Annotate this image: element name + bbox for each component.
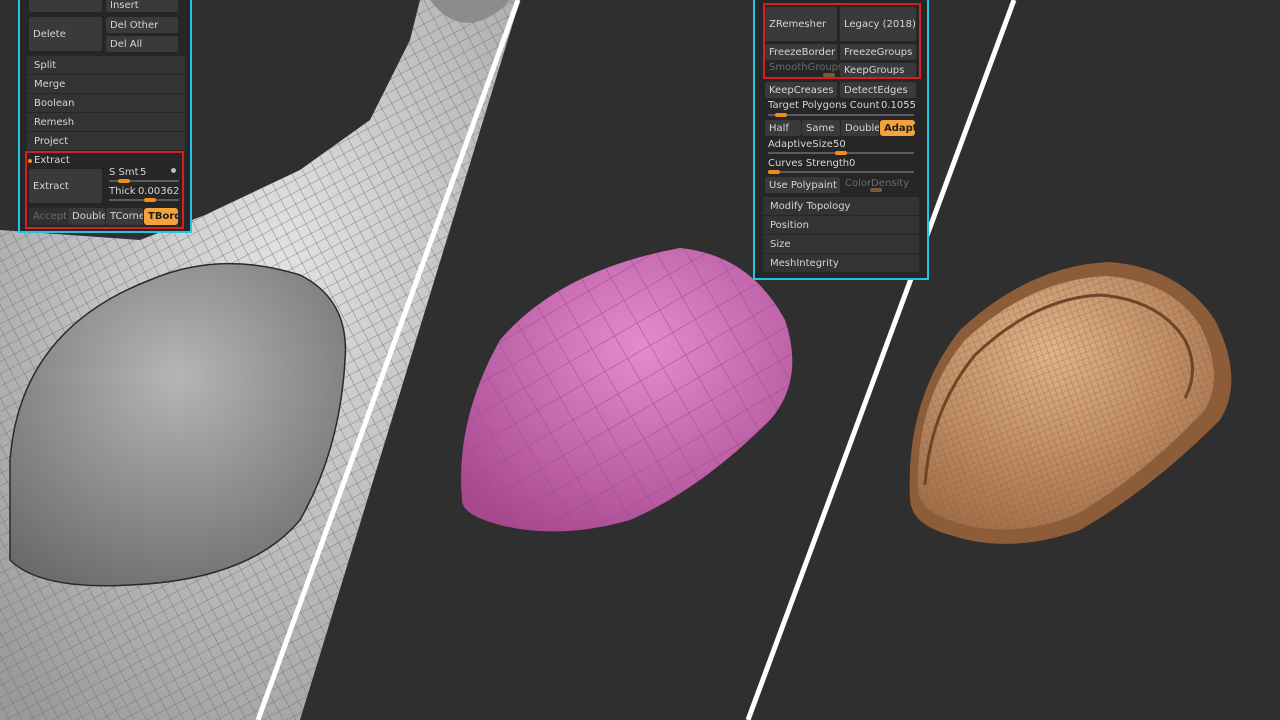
top-partial-button[interactable] xyxy=(29,0,102,12)
target-polygons-label: Target Polygons Count xyxy=(768,100,880,111)
position-section[interactable]: Position xyxy=(763,216,919,234)
smoothgroups-slider-knob[interactable] xyxy=(823,73,835,77)
s-smt-value: 5 xyxy=(140,167,147,178)
subtool-panel: Insert Delete Del Other Del All Split Me… xyxy=(18,0,192,233)
adapt-toggle[interactable]: Adapt xyxy=(880,120,915,136)
s-smt-options-icon[interactable] xyxy=(171,168,176,173)
remeshed-pad xyxy=(909,262,1232,544)
split-section[interactable]: Split xyxy=(27,56,185,74)
adaptive-size-value: 50 xyxy=(833,139,846,150)
zremesher-panel: ZRemesher Legacy (2018) FreezeBorder Fre… xyxy=(753,0,929,280)
half-toggle[interactable]: Half xyxy=(765,120,801,136)
curves-strength-value: 0 xyxy=(849,158,856,169)
keepcreases-toggle[interactable]: KeepCreases xyxy=(765,82,837,98)
modify-topology-section[interactable]: Modify Topology xyxy=(763,197,919,215)
smoothgroups-label[interactable]: SmoothGroups xyxy=(769,62,843,73)
zremesher-button[interactable]: ZRemesher xyxy=(765,7,837,41)
viewport-scene xyxy=(0,0,1232,720)
accept-button[interactable]: Accept xyxy=(29,208,67,225)
s-smt-label: S Smt xyxy=(109,167,139,178)
color-density-slider-knob[interactable] xyxy=(870,188,882,192)
keepgroups-toggle[interactable]: KeepGroups xyxy=(840,63,916,77)
target-polygons-value: 0.1055 xyxy=(881,100,916,111)
freezegroups-toggle[interactable]: FreezeGroups xyxy=(840,44,916,60)
del-all-button[interactable]: Del All xyxy=(106,36,178,52)
s-smt-slider-knob[interactable] xyxy=(117,179,130,183)
freezeborder-toggle[interactable]: FreezeBorder xyxy=(765,44,837,60)
curves-strength-slider-knob[interactable] xyxy=(768,170,780,174)
delete-button[interactable]: Delete xyxy=(29,17,102,51)
meshintegrity-section[interactable]: MeshIntegrity xyxy=(763,254,919,272)
thick-label: Thick xyxy=(109,186,136,197)
size-section[interactable]: Size xyxy=(763,235,919,253)
target-polygons-slider-knob[interactable] xyxy=(774,113,787,117)
adaptive-size-slider-knob[interactable] xyxy=(835,151,847,155)
double-toggle[interactable]: Double xyxy=(68,208,105,225)
adaptive-size-label: AdaptiveSize xyxy=(768,139,833,150)
same-toggle[interactable]: Same xyxy=(802,120,840,136)
extract-header[interactable]: Extract xyxy=(34,155,70,166)
extract-open-indicator xyxy=(28,159,32,163)
curves-strength-track[interactable] xyxy=(768,171,914,173)
extracted-mesh xyxy=(461,248,793,532)
project-section[interactable]: Project xyxy=(27,132,185,150)
boolean-section[interactable]: Boolean xyxy=(27,94,185,112)
target-polygons-track[interactable] xyxy=(768,114,914,116)
merge-section[interactable]: Merge xyxy=(27,75,185,93)
legacy-toggle[interactable]: Legacy (2018) xyxy=(840,7,916,41)
del-other-button[interactable]: Del Other xyxy=(106,17,178,33)
tborder-toggle[interactable]: TBorde xyxy=(144,208,178,225)
extract-button[interactable]: Extract xyxy=(29,169,102,203)
curves-strength-label: Curves Strength xyxy=(768,158,850,169)
double-toggle-right[interactable]: Double xyxy=(841,120,879,136)
remesh-section[interactable]: Remesh xyxy=(27,113,185,131)
detectedges-toggle[interactable]: DetectEdges xyxy=(840,82,916,98)
tcorner-toggle[interactable]: TCorne xyxy=(106,208,143,225)
use-polypaint-toggle[interactable]: Use Polypaint xyxy=(765,177,840,193)
thick-value: 0.00362 xyxy=(138,186,180,197)
insert-button[interactable]: Insert xyxy=(106,0,178,12)
thick-slider-knob[interactable] xyxy=(143,198,156,202)
